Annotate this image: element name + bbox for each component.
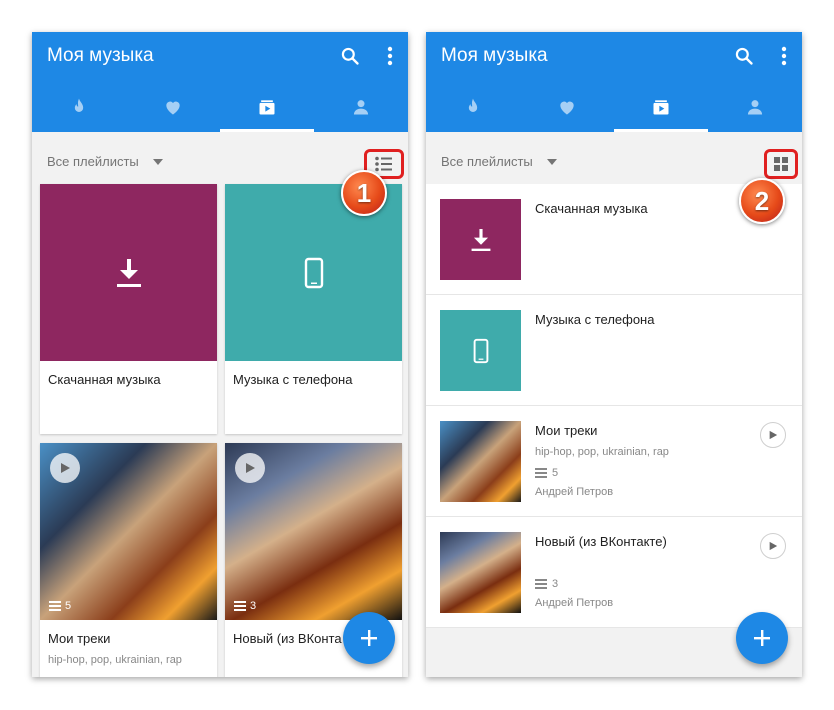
search-icon[interactable]	[340, 46, 360, 66]
chevron-down-icon	[546, 158, 557, 165]
playlist-thumbnail	[440, 310, 521, 391]
list-item-new-vk[interactable]: Новый (из ВКонтакте) 3 Андрей Петров	[426, 517, 802, 628]
annotation-badge-step-1: 1	[341, 170, 387, 216]
chevron-down-icon	[152, 158, 163, 165]
tab-favorites[interactable]	[126, 82, 220, 132]
playlist-thumbnail-photo	[440, 421, 521, 502]
tab-profile[interactable]	[314, 82, 408, 132]
track-count: 5	[535, 467, 558, 479]
tab-popular[interactable]	[426, 82, 520, 132]
playlist-author: Андрей Петров	[535, 597, 614, 609]
grid-view-icon	[774, 157, 788, 171]
tracks-list-icon	[234, 601, 246, 611]
play-button[interactable]	[235, 453, 265, 483]
playlist-cover	[40, 184, 217, 361]
tab-bar	[32, 82, 408, 132]
play-icon	[246, 463, 255, 473]
play-icon	[769, 541, 778, 551]
phone-screen-list: Моя музыка Все плейлисты Скачанная музык…	[426, 32, 802, 677]
playlist-card-downloaded[interactable]: Скачанная музыка	[40, 184, 217, 434]
play-icon	[61, 463, 70, 473]
tab-profile[interactable]	[708, 82, 802, 132]
playlist-cover-photo: 5	[40, 443, 217, 620]
playlist-genres: hip-hop, pop, ukrainian, rap	[535, 446, 669, 458]
list-item-phone-music[interactable]: Музыка с телефона	[426, 295, 802, 406]
playlist-name: Новый (из ВКонтакте)	[535, 534, 667, 549]
tab-playlists[interactable]	[220, 82, 314, 132]
person-icon	[353, 100, 369, 115]
phone-icon	[304, 257, 323, 288]
playlist-filter-dropdown[interactable]: Все плейлисты	[441, 154, 557, 169]
playlist-icon	[653, 100, 669, 115]
playlist-name: Скачанная музыка	[535, 201, 648, 216]
more-options-icon[interactable]	[780, 46, 788, 66]
playlist-author: Андрей Петров	[535, 486, 614, 498]
fire-icon	[468, 98, 478, 112]
track-count-overlay: 3	[234, 600, 256, 612]
track-count: 3	[535, 578, 558, 590]
playlist-thumbnail-photo	[440, 532, 521, 613]
playlist-cover-photo: 3	[225, 443, 402, 620]
playlist-icon	[259, 100, 275, 115]
app-title: Моя музыка	[441, 45, 548, 66]
playlist-name: Мои треки	[48, 631, 111, 646]
playlist-name: Музыка с телефона	[535, 312, 655, 327]
heart-icon	[166, 101, 180, 115]
filter-label: Все плейлисты	[47, 154, 139, 169]
download-icon	[116, 258, 141, 287]
download-icon	[471, 228, 490, 251]
search-icon[interactable]	[734, 46, 754, 66]
list-item-my-tracks[interactable]: Мои треки hip-hop, pop, ukrainian, rap 5…	[426, 406, 802, 517]
playlist-card-my-tracks[interactable]: 5 Мои треки hip-hop, pop, ukrainian, rap	[40, 443, 217, 677]
tab-playlists[interactable]	[614, 82, 708, 132]
heart-icon	[560, 101, 574, 115]
plus-icon	[361, 630, 377, 646]
add-playlist-button[interactable]	[736, 612, 788, 664]
plus-icon	[754, 630, 770, 646]
playlist-name: Скачанная музыка	[48, 372, 161, 387]
play-button[interactable]	[50, 453, 80, 483]
playlist-genres: hip-hop, pop, ukrainian, rap	[48, 654, 182, 666]
app-bar: Моя музыка	[32, 32, 408, 132]
track-count-overlay: 5	[49, 600, 71, 612]
tracks-list-icon	[535, 579, 547, 589]
phone-icon	[473, 338, 488, 363]
app-title: Моя музыка	[47, 45, 154, 66]
fire-icon	[74, 98, 84, 112]
annotation-badge-step-2: 2	[739, 178, 785, 224]
person-icon	[747, 100, 763, 115]
playlist-thumbnail	[440, 199, 521, 280]
play-icon	[769, 430, 778, 440]
app-bar: Моя музыка	[426, 32, 802, 132]
playlist-name: Мои треки	[535, 423, 598, 438]
play-button[interactable]	[760, 422, 786, 448]
more-options-icon[interactable]	[386, 46, 394, 66]
tab-bar	[426, 82, 802, 132]
tracks-list-icon	[535, 468, 547, 478]
playlist-filter-dropdown[interactable]: Все плейлисты	[47, 154, 163, 169]
filter-label: Все плейлисты	[441, 154, 533, 169]
tab-popular[interactable]	[32, 82, 126, 132]
playlist-name: Новый (из ВКонта	[233, 631, 342, 646]
tab-favorites[interactable]	[520, 82, 614, 132]
add-playlist-button[interactable]	[343, 612, 395, 664]
list-view-icon	[375, 156, 392, 172]
play-button[interactable]	[760, 533, 786, 559]
playlist-list: Скачанная музыка Музыка с телефона Мои т…	[426, 184, 802, 628]
tracks-list-icon	[49, 601, 61, 611]
phone-screen-grid: Моя музыка Все плейлисты Скачанная музык…	[32, 32, 408, 677]
playlist-card-phone-music[interactable]: Музыка с телефона	[225, 184, 402, 434]
playlist-name: Музыка с телефона	[233, 372, 353, 387]
grid-view-toggle-button[interactable]	[764, 149, 798, 179]
